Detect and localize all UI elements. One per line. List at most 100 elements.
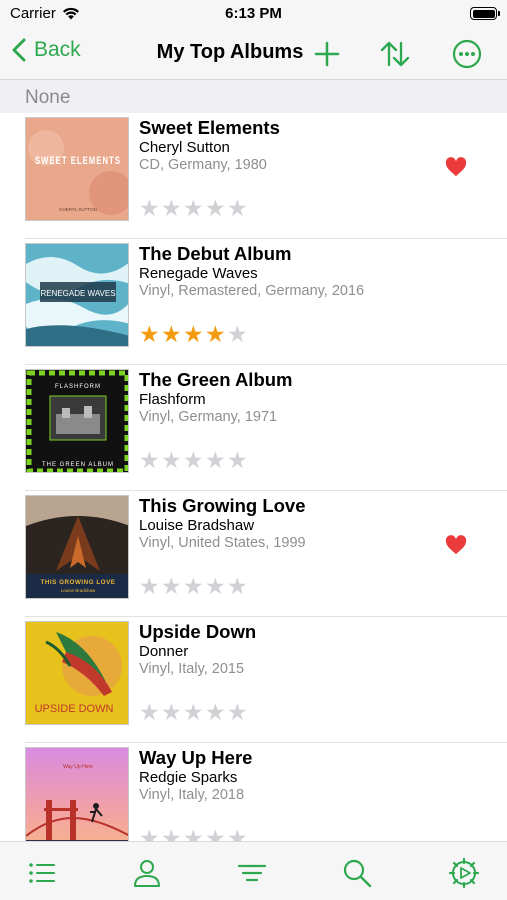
add-icon[interactable] (311, 38, 343, 70)
star-empty-icon[interactable]: ★ (139, 575, 160, 598)
sort-icon[interactable] (379, 38, 411, 70)
tab-bar (0, 841, 507, 900)
cover-title-text: SWEET ELEMENTS (35, 155, 121, 167)
cover-art-way-up-here: Way Up Here (26, 748, 128, 841)
star-empty-icon[interactable]: ★ (161, 827, 182, 842)
album-artist: Redgie Sparks (139, 769, 238, 786)
cover-art-upside-down: UPSIDE DOWN (26, 622, 128, 724)
cover-small-text: CHERYL SUTTON (59, 207, 97, 212)
star-empty-icon[interactable]: ★ (139, 701, 160, 724)
album-title: Sweet Elements (139, 117, 280, 138)
star-empty-icon[interactable]: ★ (227, 449, 248, 472)
star-rating[interactable]: ★ ★ ★ ★ ★ (139, 575, 248, 598)
person-icon[interactable] (131, 857, 163, 889)
battery-icon (470, 7, 500, 20)
album-cover: THIS GROWING LOVE Louise Bradshaw (25, 495, 129, 599)
cover-title-text: THIS GROWING LOVE (41, 579, 116, 586)
cover-small-text: Louise Bradshaw (61, 588, 96, 593)
album-artist: Donner (139, 643, 189, 660)
album-row[interactable]: SWEET ELEMENTS CHERYL SUTTON Sweet Eleme… (25, 113, 507, 239)
more-icon[interactable] (451, 38, 483, 70)
back-button[interactable]: Back (12, 38, 81, 62)
album-artist: Cheryl Sutton (139, 139, 230, 156)
status-bar: Carrier 6:13 PM (0, 0, 507, 28)
heart-icon[interactable] (445, 535, 467, 555)
star-empty-icon[interactable]: ★ (183, 449, 204, 472)
cover-small-text: THE GREEN ALBUM (42, 462, 114, 468)
album-artist: Louise Bradshaw (139, 517, 255, 534)
cover-art-sweet-elements: SWEET ELEMENTS CHERYL SUTTON (26, 118, 128, 220)
cover-art-flashform: FLASHFORM THE GREEN ALBUM (26, 370, 128, 472)
album-details: Vinyl, Italy, 2015 (139, 661, 245, 677)
album-details: Vinyl, Remastered, Germany, 2016 (139, 283, 365, 299)
section-header: None (0, 80, 507, 113)
star-empty-icon[interactable]: ★ (161, 449, 182, 472)
star-rating[interactable]: ★ ★ ★ ★ ★ (139, 197, 248, 220)
star-empty-icon[interactable]: ★ (183, 575, 204, 598)
album-details: Vinyl, Germany, 1971 (139, 409, 278, 425)
filter-icon[interactable] (236, 857, 268, 889)
star-empty-icon[interactable]: ★ (161, 197, 182, 220)
star-empty-icon[interactable]: ★ (205, 449, 226, 472)
star-empty-icon[interactable]: ★ (227, 827, 248, 842)
album-row[interactable]: Way Up Here Way Up Here Redgie Sparks Vi… (25, 743, 507, 841)
star-empty-icon[interactable]: ★ (139, 449, 160, 472)
star-empty-icon[interactable]: ★ (139, 197, 160, 220)
star-rating[interactable]: ★ ★ ★ ★ ★ (139, 701, 248, 724)
star-empty-icon[interactable]: ★ (205, 575, 226, 598)
star-filled-icon[interactable]: ★ (161, 323, 182, 346)
back-label: Back (34, 38, 81, 61)
heart-icon[interactable] (445, 157, 467, 177)
star-empty-icon[interactable]: ★ (227, 575, 248, 598)
status-time: 6:13 PM (225, 5, 282, 22)
album-title: Way Up Here (139, 747, 253, 768)
album-cover: SWEET ELEMENTS CHERYL SUTTON (25, 117, 129, 221)
cover-title-text: FLASHFORM (55, 384, 101, 390)
album-details: Vinyl, United States, 1999 (139, 535, 306, 551)
album-cover: UPSIDE DOWN (25, 621, 129, 725)
star-empty-icon[interactable]: ★ (139, 827, 160, 842)
album-details: Vinyl, Italy, 2018 (139, 787, 245, 803)
album-row[interactable]: RENEGADE WAVES The Debut Album Renegade … (25, 239, 507, 365)
star-rating[interactable]: ★ ★ ★ ★ ★ (139, 827, 248, 842)
cover-title-text: RENEGADE WAVES (40, 289, 115, 298)
cover-title-text: UPSIDE DOWN (35, 703, 114, 715)
album-title: The Green Album (139, 369, 293, 390)
list-icon[interactable] (26, 857, 58, 889)
star-empty-icon[interactable]: ★ (161, 701, 182, 724)
album-artist: Renegade Waves (139, 265, 258, 282)
search-icon[interactable] (341, 857, 373, 889)
album-list[interactable]: SWEET ELEMENTS CHERYL SUTTON Sweet Eleme… (0, 113, 507, 841)
star-filled-icon[interactable]: ★ (183, 323, 204, 346)
chevron-left-icon (12, 38, 26, 62)
album-row[interactable]: UPSIDE DOWN Upside Down Donner Vinyl, It… (25, 617, 507, 743)
album-cover: RENEGADE WAVES (25, 243, 129, 347)
star-empty-icon[interactable]: ★ (227, 197, 248, 220)
navigation-bar: Back My Top Albums (0, 28, 507, 80)
cover-art-renegade-waves: RENEGADE WAVES (26, 244, 128, 346)
star-empty-icon[interactable]: ★ (205, 827, 226, 842)
album-title: Upside Down (139, 621, 257, 642)
star-rating[interactable]: ★ ★ ★ ★ ★ (139, 323, 248, 346)
star-filled-icon[interactable]: ★ (139, 323, 160, 346)
album-title: The Debut Album (139, 243, 292, 264)
album-title: This Growing Love (139, 495, 306, 516)
star-empty-icon[interactable]: ★ (205, 701, 226, 724)
star-filled-icon[interactable]: ★ (205, 323, 226, 346)
album-details: CD, Germany, 1980 (139, 157, 267, 173)
album-row[interactable]: THIS GROWING LOVE Louise Bradshaw This G… (25, 491, 507, 617)
album-cover: Way Up Here (25, 747, 129, 841)
star-empty-icon[interactable]: ★ (161, 575, 182, 598)
star-empty-icon[interactable]: ★ (227, 701, 248, 724)
star-empty-icon[interactable]: ★ (183, 197, 204, 220)
cover-title-text: Way Up Here (63, 764, 93, 770)
star-empty-icon[interactable]: ★ (183, 701, 204, 724)
star-rating[interactable]: ★ ★ ★ ★ ★ (139, 449, 248, 472)
album-artist: Flashform (139, 391, 206, 408)
cover-art-this-growing-love: THIS GROWING LOVE Louise Bradshaw (26, 496, 128, 598)
star-empty-icon[interactable]: ★ (183, 827, 204, 842)
album-row[interactable]: FLASHFORM THE GREEN ALBUM The Green Albu… (25, 365, 507, 491)
star-empty-icon[interactable]: ★ (227, 323, 248, 346)
star-empty-icon[interactable]: ★ (205, 197, 226, 220)
settings-icon[interactable] (448, 857, 480, 889)
